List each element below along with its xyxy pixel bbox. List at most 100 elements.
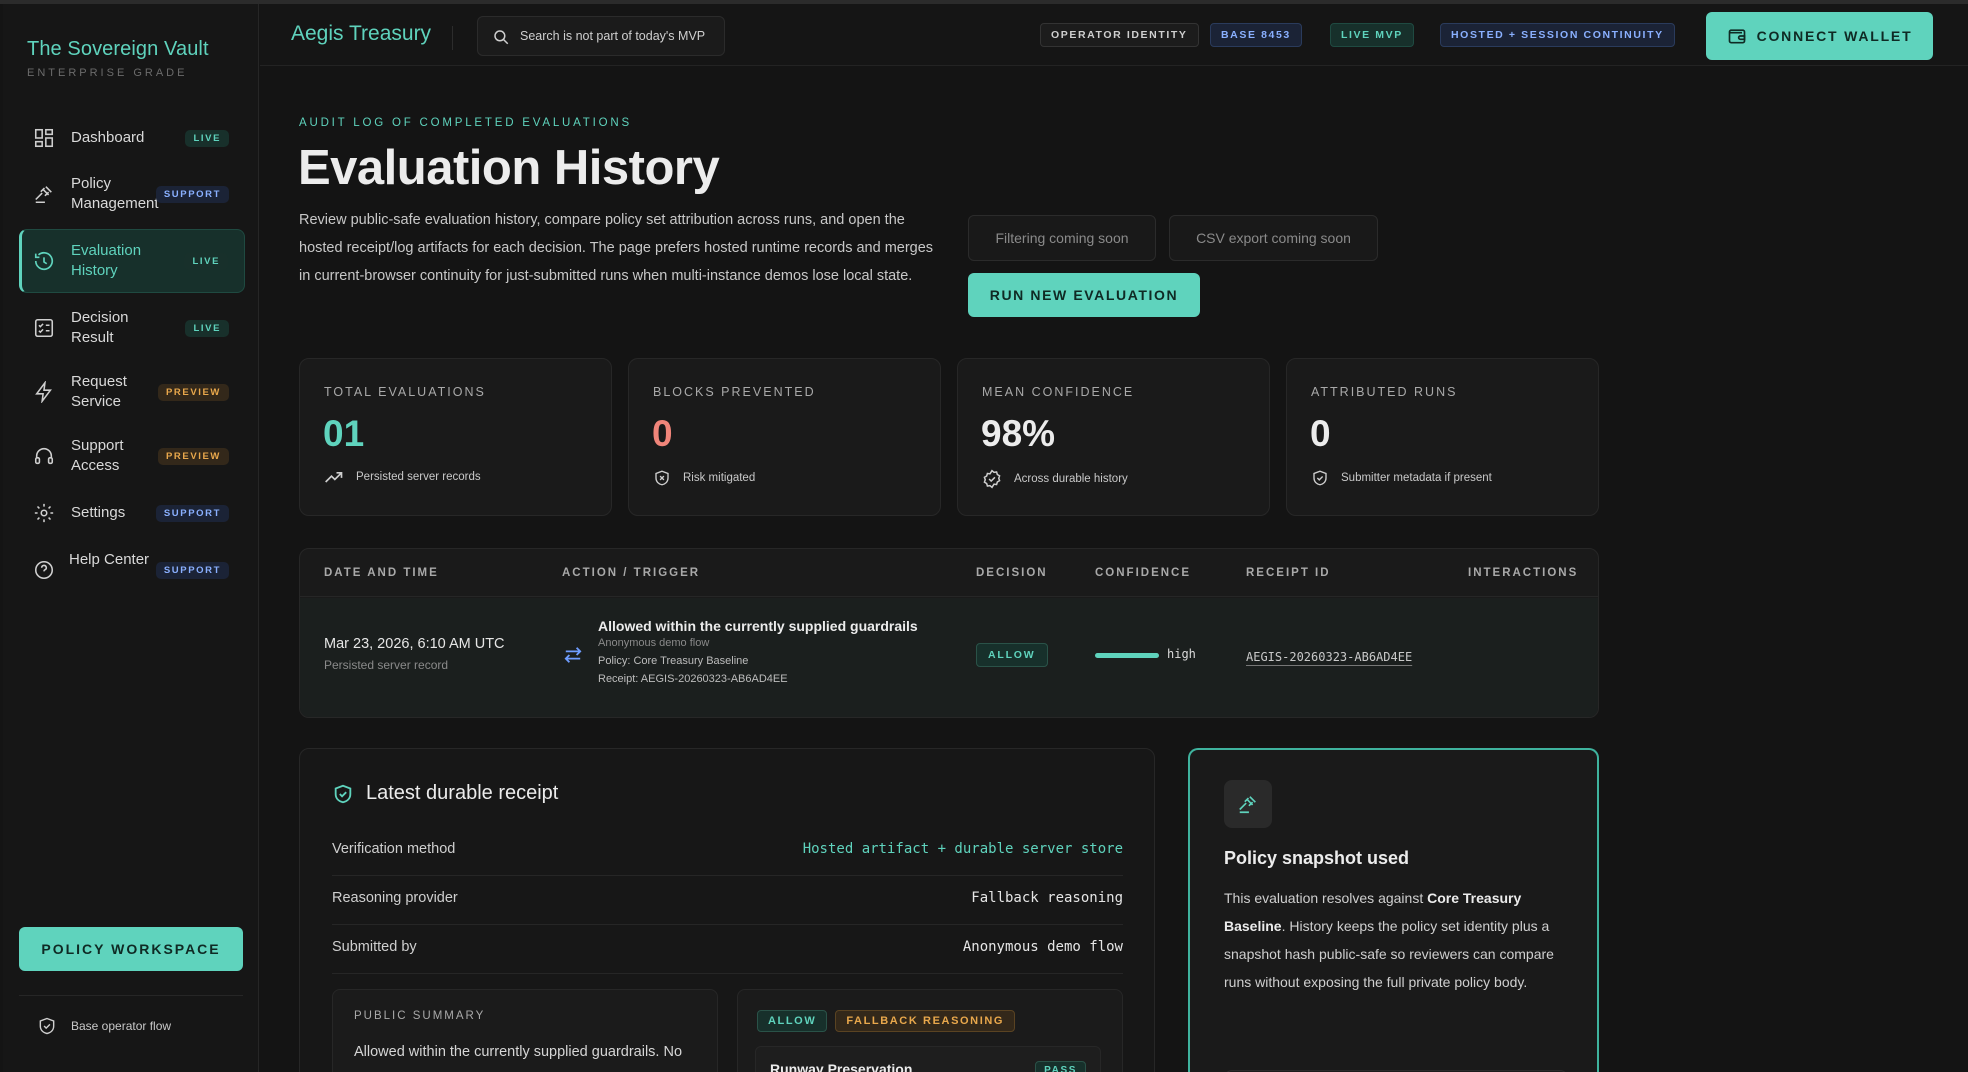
stat-blocks-prevented: BLOCKS PREVENTED 0 Risk mitigated [628, 358, 941, 516]
brand-title: The Sovereign Vault [27, 38, 209, 60]
date-text: Mar 23, 2026, 6:10 AM UTC [324, 636, 505, 652]
row-value: Hosted artifact + durable server store [802, 841, 1123, 857]
action-policy: Policy: Core Treasury Baseline [598, 655, 749, 667]
csv-export-button[interactable]: CSV export coming soon [1169, 215, 1378, 261]
filtering-button[interactable]: Filtering coming soon [968, 215, 1156, 261]
operator-identity-chip: OPERATOR IDENTITY [1040, 23, 1199, 47]
table-row[interactable]: Mar 23, 2026, 6:10 AM UTC Persisted serv… [300, 598, 1598, 717]
headset-icon [34, 447, 54, 465]
shield-check-icon [39, 1017, 55, 1035]
allow-tag: ALLOW [757, 1010, 828, 1032]
checklist-icon [34, 318, 54, 338]
sidebar-item-support-access[interactable]: Support Access PREVIEW [19, 428, 245, 484]
status-badge: SUPPORT [155, 186, 229, 203]
sidebar-item-label: Evaluation History [71, 242, 142, 279]
row-value: Anonymous demo flow [962, 939, 1123, 955]
main-content: AUDIT LOG OF COMPLETED EVALUATIONS Evalu… [260, 66, 1968, 1072]
status-badge: LIVE [185, 130, 229, 147]
column-header: DATE AND TIME [324, 567, 439, 579]
page-description: Review public-safe evaluation history, c… [299, 212, 934, 284]
policy-snapshot-title: Policy snapshot used [1224, 848, 1410, 868]
swap-arrows-icon [564, 647, 582, 663]
checks-box: ALLOW FALLBACK REASONING Runway Preserva… [737, 989, 1123, 1072]
sidebar-item-label: Support Access [71, 437, 124, 474]
sidebar-item-dashboard[interactable]: Dashboard LIVE [19, 117, 245, 159]
action-receipt: Receipt: AEGIS-20260323-AB6AD4EE [598, 673, 788, 685]
shield-x-icon [655, 470, 669, 486]
confidence-bar [1095, 653, 1159, 658]
decision-badge: ALLOW [976, 643, 1048, 667]
sidebar-divider [19, 995, 243, 996]
sidebar-item-help-center[interactable]: Help Center SUPPORT [19, 542, 245, 598]
sidebar-item-label: Decision Result [71, 309, 129, 346]
sidebar-item-decision-result[interactable]: Decision Result LIVE [19, 300, 245, 356]
column-header: RECEIPT ID [1246, 567, 1331, 579]
search-icon [494, 30, 509, 45]
sidebar: The Sovereign Vault ENTERPRISE GRADE Das… [3, 4, 259, 1072]
stat-footnote-text: Submitter metadata if present [1341, 472, 1492, 484]
receipt-card-title: Latest durable receipt [332, 782, 558, 805]
public-summary-label: PUBLIC SUMMARY [354, 1010, 486, 1022]
trending-up-icon [325, 472, 343, 483]
stat-value: 0 [652, 413, 673, 454]
stat-footnote: Submitter metadata if present [1311, 469, 1492, 487]
stat-value: 01 [323, 413, 365, 454]
sidebar-item-request-service[interactable]: Request Service PREVIEW [19, 364, 245, 420]
public-summary-text: Allowed within the currently supplied gu… [354, 1044, 683, 1060]
receipt-id-link[interactable]: AEGIS-20260323-AB6AD4EE [1246, 650, 1412, 664]
stat-footnote-text: Persisted server records [356, 471, 481, 483]
stat-value: 98% [981, 413, 1056, 454]
search-input[interactable] [520, 25, 720, 47]
stat-footnote-text: Risk mitigated [683, 472, 756, 484]
confidence-cell: high [1095, 645, 1215, 665]
run-new-evaluation-button[interactable]: RUN NEW EVALUATION [968, 273, 1200, 317]
submitted-by-row: Submitted by Anonymous demo flow [332, 925, 1123, 974]
policy-snapshot-text: This evaluation resolves against Core Tr… [1224, 884, 1570, 996]
app-title: Aegis Treasury [291, 22, 432, 45]
badge-check-icon [983, 469, 1001, 489]
page-title: Evaluation History [298, 141, 720, 195]
date-cell: Mar 23, 2026, 6:10 AM UTC Persisted serv… [324, 636, 505, 672]
topbar-divider [452, 26, 453, 50]
stat-label: BLOCKS PREVENTED [653, 385, 816, 399]
stat-label: TOTAL EVALUATIONS [324, 385, 486, 399]
policy-workspace-button[interactable]: POLICY WORKSPACE [19, 927, 243, 971]
sidebar-item-policy-management[interactable]: Policy Management SUPPORT [19, 166, 245, 222]
status-badge: SUPPORT [155, 562, 229, 579]
shield-check-icon [334, 784, 352, 803]
date-subtext: Persisted server record [324, 658, 449, 672]
shield-check-icon [1313, 470, 1327, 486]
sidebar-item-label: Dashboard [71, 129, 145, 146]
stat-footnote-text: Across durable history [1014, 473, 1128, 485]
live-mvp-chip: LIVE MVP [1330, 23, 1414, 47]
stat-footnote: Persisted server records [324, 469, 481, 485]
stat-attributed-runs: ATTRIBUTED RUNS 0 Submitter metadata if … [1286, 358, 1599, 516]
sidebar-nav: Dashboard LIVE Policy Management SUPPORT… [19, 117, 245, 598]
bolt-icon [35, 381, 52, 403]
sidebar-footer: Base operator flow [37, 1016, 171, 1036]
stat-label: ATTRIBUTED RUNS [1311, 385, 1458, 399]
sidebar-item-label: Request Service [71, 373, 127, 410]
brand: The Sovereign Vault ENTERPRISE GRADE [27, 38, 209, 79]
sidebar-item-label: Help Center [69, 551, 150, 568]
action-subtitle: Anonymous demo flow [598, 637, 710, 649]
policy-icon-box [1224, 780, 1272, 828]
verification-method-row: Verification method Hosted artifact + du… [332, 827, 1123, 876]
action-title: Allowed within the currently supplied gu… [598, 618, 918, 634]
action-cell: Allowed within the currently supplied gu… [598, 618, 918, 685]
row-key: Reasoning provider [332, 890, 458, 906]
row-key: Submitted by [332, 939, 417, 955]
search-box[interactable] [477, 16, 725, 56]
stat-mean-confidence: MEAN CONFIDENCE 98% Across durable histo… [957, 358, 1270, 516]
sidebar-item-settings[interactable]: Settings SUPPORT [19, 492, 245, 534]
stat-value: 0 [1310, 413, 1331, 454]
receipt-tags: ALLOW FALLBACK REASONING [757, 1010, 1016, 1032]
confidence-label: high [1167, 647, 1196, 661]
sidebar-item-evaluation-history[interactable]: Evaluation History LIVE [19, 229, 245, 293]
receipt-cell: AEGIS-20260323-AB6AD4EE [1246, 648, 1412, 666]
status-badge: LIVE [185, 320, 229, 337]
column-header: CONFIDENCE [1095, 567, 1192, 579]
connect-wallet-button[interactable]: CONNECT WALLET [1706, 12, 1933, 60]
column-header: INTERACTIONS [1468, 567, 1579, 579]
stat-total-evaluations: TOTAL EVALUATIONS 01 Persisted server re… [299, 358, 612, 516]
